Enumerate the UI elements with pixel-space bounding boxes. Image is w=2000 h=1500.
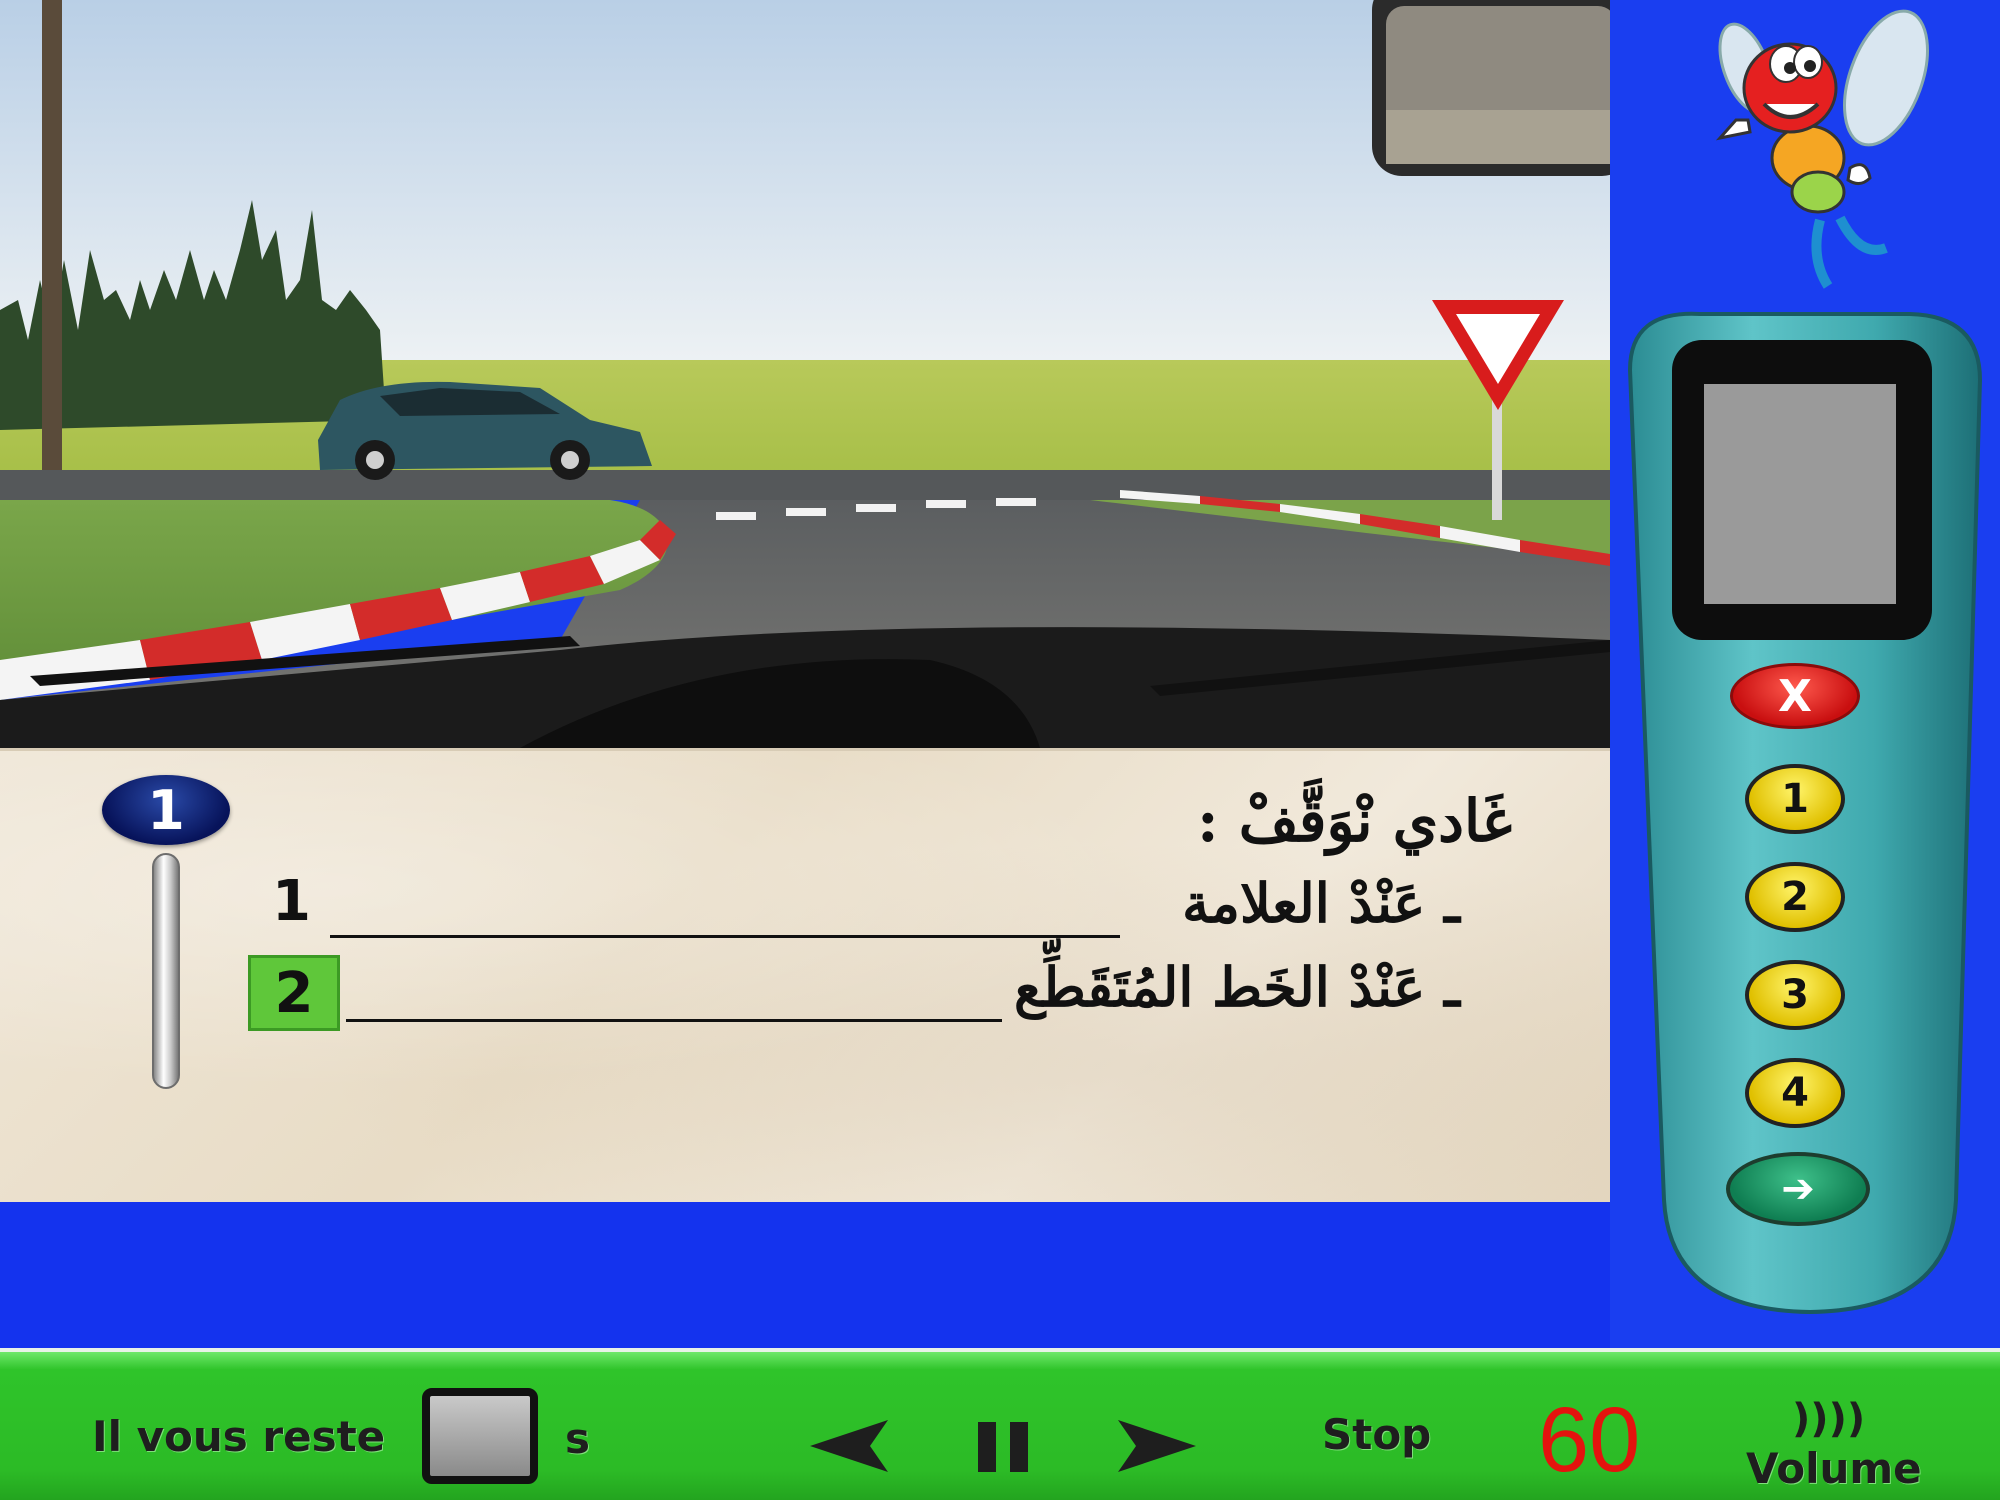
answer-option-number-selected: 2 [248,955,340,1031]
pause-button[interactable] [976,1416,1032,1480]
answer-button-3[interactable]: 3 [1745,960,1845,1030]
answer-option-1[interactable]: ـ عَنْدْ العلامة 1 [0,869,1610,961]
previous-button[interactable] [810,1416,890,1480]
volume-button[interactable]: Volume [1746,1444,1922,1493]
bottom-control-bar: Il vous reste s Stop 60 )))) Volume [0,1348,2000,1500]
answer-underline [346,1019,1002,1022]
answer-option-2[interactable]: ـ عَنْدْ الخَط المُتَقَطِّع 2 [0,955,1610,1045]
arrow-right-icon: ➔ [1781,1166,1815,1212]
empty-feedback-area [0,1202,1610,1348]
answer-option-text: ـ عَنْدْ الخَط المُتَقَطِّع [1014,955,1460,1019]
answer-underline [330,935,1120,938]
seconds-unit-label: s [565,1414,590,1463]
question-counter: 60 [1538,1389,1641,1491]
timer-display [422,1388,538,1484]
validate-next-button[interactable]: ➔ [1726,1152,1870,1226]
answer-button-4[interactable]: 4 [1745,1058,1845,1128]
next-button[interactable] [1116,1416,1196,1480]
time-remaining-label: Il vous reste [92,1412,386,1461]
answer-option-number: 1 [272,869,311,934]
answer-button-2[interactable]: 2 [1745,862,1845,932]
speaker-waves-icon: )))) [1792,1396,1866,1442]
answer-option-text: ـ عَنْدْ العلامة [1182,871,1460,935]
previous-icon [810,1420,888,1472]
road-scene-image [0,0,1610,748]
bee-mascot-icon [1690,8,1950,298]
cancel-button[interactable]: X [1730,663,1860,729]
answer-button-1[interactable]: 1 [1745,764,1845,834]
question-title: غَادي نْوَقَّفْ : [1197,787,1512,855]
pause-icon [978,1422,1028,1472]
question-number-badge: 1 [102,775,230,845]
question-panel: 1 غَادي نْوَقَّفْ : ـ عَنْدْ العلامة 1 ـ… [0,748,1610,1202]
stop-button[interactable]: Stop [1322,1410,1431,1459]
next-icon [1118,1420,1196,1472]
